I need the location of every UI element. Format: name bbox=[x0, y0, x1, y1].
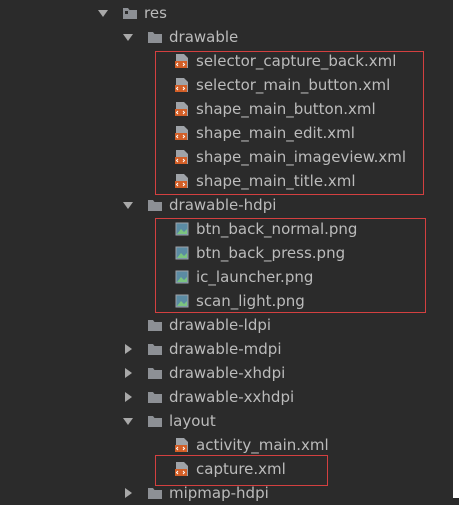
tree-label: drawable-xxhdpi bbox=[169, 388, 295, 406]
tree-node-drawable-hdpi[interactable]: drawable-hdpi bbox=[121, 193, 276, 217]
tree-label: btn_back_press.png bbox=[196, 244, 346, 262]
chevron-down-icon[interactable] bbox=[96, 6, 110, 20]
tree-file-item[interactable]: shape_main_edit.xml bbox=[174, 121, 355, 145]
xml-file-icon bbox=[175, 150, 188, 164]
tree-file-item[interactable]: shape_main_imageview.xml bbox=[174, 145, 406, 169]
tree-node-drawable-xhdpi[interactable]: drawable-xhdpi bbox=[121, 361, 285, 385]
chevron-down-icon[interactable] bbox=[121, 30, 135, 44]
folder-icon bbox=[148, 200, 162, 211]
tree-file-item[interactable]: shape_main_button.xml bbox=[174, 97, 376, 121]
xml-file-icon bbox=[175, 102, 188, 116]
tree-label: layout bbox=[169, 412, 216, 430]
tree-label: activity_main.xml bbox=[196, 436, 329, 454]
package-folder-icon bbox=[123, 8, 137, 19]
xml-file-icon bbox=[175, 462, 188, 476]
tree-file-item[interactable]: selector_main_button.xml bbox=[174, 73, 390, 97]
tree-file-item[interactable]: ic_launcher.png bbox=[174, 265, 313, 289]
image-file-icon bbox=[175, 222, 189, 236]
tree-label: res bbox=[144, 4, 167, 22]
tree-label: drawable-xhdpi bbox=[169, 364, 286, 382]
tree-file-item[interactable]: shape_main_title.xml bbox=[174, 169, 356, 193]
tree-file-item[interactable]: btn_back_press.png bbox=[174, 241, 345, 265]
image-file-icon bbox=[175, 246, 189, 260]
chevron-right-icon[interactable] bbox=[121, 342, 135, 356]
tree-label: drawable-hdpi bbox=[169, 196, 277, 214]
tree-label: drawable-mdpi bbox=[169, 340, 282, 358]
tree-label: shape_main_edit.xml bbox=[196, 124, 355, 142]
tree-label: scan_light.png bbox=[196, 292, 305, 310]
tree-file-item[interactable]: activity_main.xml bbox=[174, 433, 329, 457]
chevron-right-icon[interactable] bbox=[121, 366, 135, 380]
tree-label: shape_main_title.xml bbox=[196, 172, 356, 190]
tree-label: capture.xml bbox=[196, 460, 286, 478]
tree-label: shape_main_button.xml bbox=[196, 100, 376, 118]
chevron-down-icon[interactable] bbox=[121, 198, 135, 212]
tree-label: drawable bbox=[169, 28, 239, 46]
tree-label: selector_main_button.xml bbox=[196, 76, 391, 94]
folder-icon bbox=[148, 320, 162, 331]
tree-file-item[interactable]: capture.xml bbox=[174, 457, 286, 481]
xml-file-icon bbox=[175, 126, 188, 140]
tree-label: mipmap-hdpi bbox=[169, 484, 269, 502]
tree-label: btn_back_normal.png bbox=[196, 220, 358, 238]
xml-file-icon bbox=[175, 54, 188, 68]
chevron-right-icon[interactable] bbox=[121, 390, 135, 404]
folder-icon bbox=[148, 344, 162, 355]
chevron-down-icon[interactable] bbox=[121, 414, 135, 428]
tree-node-layout[interactable]: layout bbox=[121, 409, 216, 433]
tree-label: selector_capture_back.xml bbox=[196, 52, 397, 70]
folder-icon bbox=[148, 392, 162, 403]
folder-icon bbox=[148, 368, 162, 379]
xml-file-icon bbox=[175, 174, 188, 188]
window-edge bbox=[453, 0, 459, 498]
tree-label: ic_launcher.png bbox=[196, 268, 314, 286]
tree-label: shape_main_imageview.xml bbox=[196, 148, 407, 166]
tree-node-drawable[interactable]: drawable bbox=[121, 25, 238, 49]
tree-node-res[interactable]: res bbox=[96, 1, 167, 25]
tree-file-item[interactable]: btn_back_normal.png bbox=[174, 217, 357, 241]
folder-icon bbox=[148, 488, 162, 499]
tree-label: drawable-ldpi bbox=[169, 316, 272, 334]
tree-file-item[interactable]: scan_light.png bbox=[174, 289, 305, 313]
tree-node-drawable-mdpi[interactable]: drawable-mdpi bbox=[121, 337, 282, 361]
xml-file-icon bbox=[175, 78, 188, 92]
tree-node-mipmap-hdpi[interactable]: mipmap-hdpi bbox=[121, 481, 269, 505]
folder-icon bbox=[148, 32, 162, 43]
image-file-icon bbox=[175, 270, 189, 284]
tree-node-drawable-xxhdpi[interactable]: drawable-xxhdpi bbox=[121, 385, 294, 409]
tree-file-item[interactable]: selector_capture_back.xml bbox=[174, 49, 396, 73]
tree-node-drawable-ldpi[interactable]: drawable-ldpi bbox=[143, 313, 271, 337]
folder-icon bbox=[148, 416, 162, 427]
xml-file-icon bbox=[175, 438, 188, 452]
image-file-icon bbox=[175, 294, 189, 308]
